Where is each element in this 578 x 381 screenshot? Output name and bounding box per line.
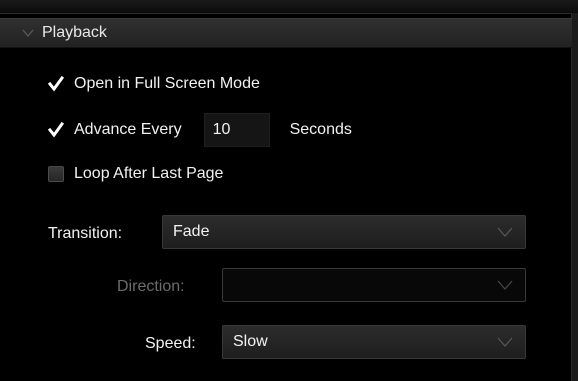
seconds-label: Seconds [289,121,352,138]
loop-label: Loop After Last Page [74,165,224,182]
transition-select[interactable]: Fade [162,215,526,249]
speed-select[interactable]: Slow [222,325,526,359]
advance-seconds-input[interactable] [203,113,270,147]
full-screen-label: Open in Full Screen Mode [74,75,260,92]
full-screen-checkbox[interactable] [48,76,64,92]
speed-value: Slow [233,333,268,350]
checkmark-icon [48,122,64,138]
playback-panel: Playback Open in Full Screen Mode Advanc… [0,0,578,381]
loop-option[interactable]: Loop After Last Page [48,160,223,188]
dropdown-arrow-icon [497,337,513,347]
panel-scrollbar[interactable] [571,13,578,381]
chevron-down-icon [22,29,34,38]
speed-label: Speed: [145,335,196,352]
advance-every-option[interactable]: Advance Every Seconds [48,112,352,148]
direction-label: Direction: [117,278,185,295]
full-screen-option[interactable]: Open in Full Screen Mode [48,70,260,98]
section-title: Playback [42,24,107,41]
loop-checkbox[interactable] [48,166,64,182]
transition-value: Fade [173,223,210,240]
dropdown-arrow-icon [497,280,513,290]
advance-every-label: Advance Every [74,121,182,138]
top-strip [0,0,578,14]
transition-label: Transition: [48,225,123,242]
advance-every-checkbox[interactable] [48,122,64,138]
dropdown-arrow-icon [497,227,513,237]
checkmark-icon [48,76,64,92]
direction-select [222,268,526,302]
playback-section-header[interactable]: Playback [0,18,572,48]
